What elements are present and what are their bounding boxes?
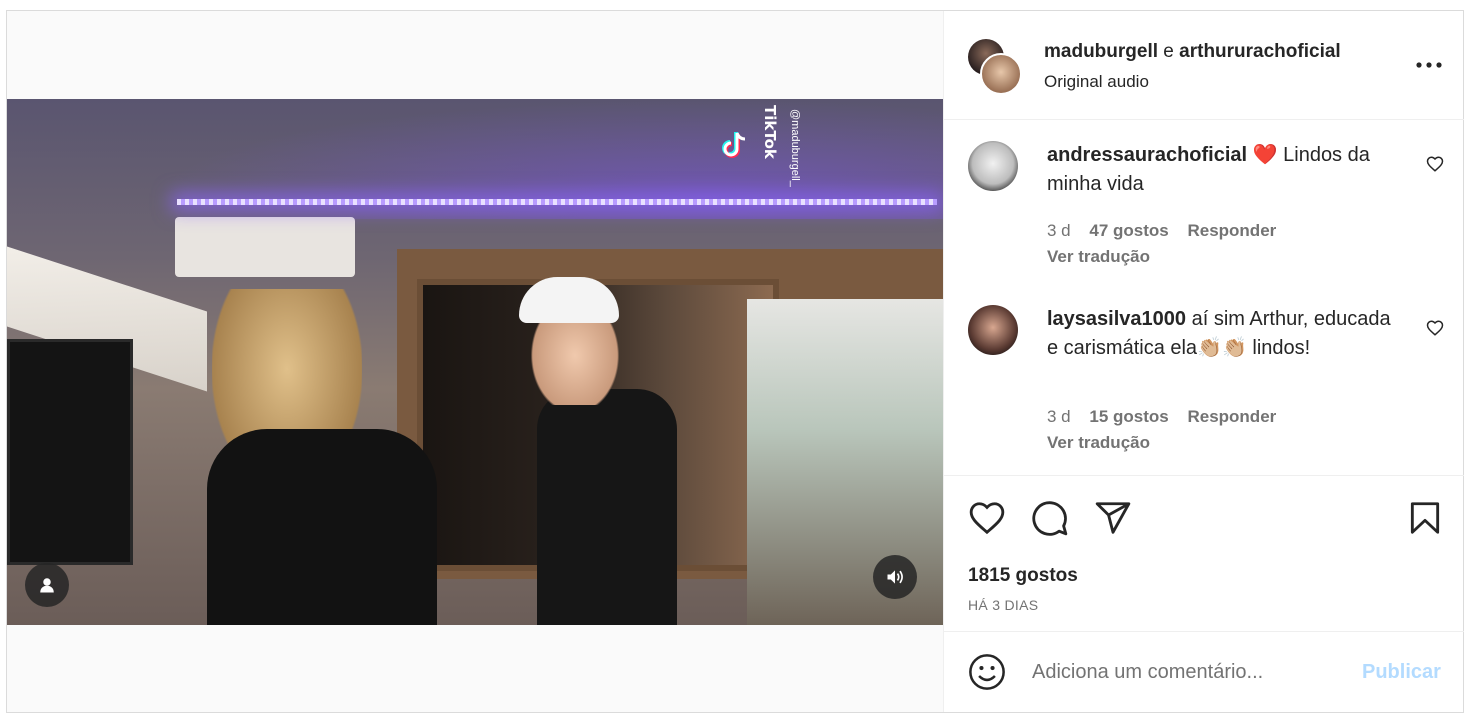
tiktok-username: @maduburgell_	[789, 109, 801, 187]
comment-likes[interactable]: 47 gostos	[1089, 221, 1168, 240]
comment-item: laysasilva1000 aí sim Arthur, educada e …	[944, 305, 1464, 465]
side-panel: maduburgell e arthururachoficial Origina…	[943, 11, 1464, 712]
comment-username[interactable]: laysasilva1000	[1047, 308, 1186, 330]
comment-text-block: andressaurachoficial ❤️ Lindos da minha …	[1047, 141, 1407, 199]
header-usernames: maduburgell e arthururachoficial	[1044, 41, 1341, 63]
comment-item: andressaurachoficial ❤️ Lindos da minha …	[944, 141, 1464, 281]
likes-count[interactable]: 1815 gostos	[968, 565, 1078, 587]
username-link[interactable]: maduburgell	[1044, 41, 1158, 62]
air-conditioner	[175, 217, 355, 277]
publish-button[interactable]: Publicar	[1362, 661, 1441, 684]
video-player[interactable]: TikTok @maduburgell_	[7, 99, 943, 625]
avatar[interactable]	[968, 141, 1018, 191]
volume-icon	[887, 570, 903, 584]
connector-text: e	[1163, 41, 1174, 62]
comment-meta: 3 d 15 gostos Responder	[1047, 407, 1290, 427]
send-icon[interactable]	[1094, 499, 1132, 537]
bookmark-icon[interactable]	[1406, 499, 1444, 537]
avatar[interactable]	[968, 305, 1018, 355]
more-horizontal-icon[interactable]	[1414, 55, 1444, 75]
comment-time[interactable]: 3 d	[1047, 221, 1071, 240]
led-strip	[177, 199, 937, 205]
post-card: TikTok @maduburgell_ maduburgell e arthu…	[6, 10, 1464, 713]
tagged-users-button[interactable]	[25, 563, 69, 607]
comment-text-block: laysasilva1000 aí sim Arthur, educada e …	[1047, 305, 1407, 363]
comment-username[interactable]: andressaurachoficial	[1047, 144, 1247, 166]
sound-toggle-button[interactable]	[873, 555, 917, 599]
heart-icon[interactable]	[1426, 319, 1444, 337]
tiktok-watermark: TikTok @maduburgell_	[713, 105, 803, 225]
television	[7, 339, 133, 565]
avatar-stack[interactable]	[968, 39, 1024, 95]
person-right	[537, 389, 677, 625]
add-comment-bar: Publicar	[944, 631, 1464, 712]
comment-input[interactable]	[1030, 651, 1354, 693]
audio-link[interactable]: Original audio	[1044, 72, 1149, 92]
reply-button[interactable]: Responder	[1187, 407, 1276, 426]
heart-icon[interactable]	[968, 499, 1006, 537]
heart-icon[interactable]	[1426, 155, 1444, 173]
translate-link[interactable]: Ver tradução	[1047, 433, 1150, 453]
comment-likes[interactable]: 15 gostos	[1089, 407, 1168, 426]
emoji-icon[interactable]	[968, 653, 1006, 691]
comment-emoji: ❤️	[1252, 144, 1278, 166]
translate-link[interactable]: Ver tradução	[1047, 247, 1150, 267]
tiktok-brand: TikTok	[761, 105, 779, 159]
user-icon	[40, 578, 54, 593]
tiktok-logo-icon	[722, 132, 746, 158]
username-link[interactable]: arthururachoficial	[1179, 41, 1341, 62]
comments-list: andressaurachoficial ❤️ Lindos da minha …	[944, 119, 1464, 476]
post-header: maduburgell e arthururachoficial Origina…	[944, 11, 1464, 120]
comment-meta: 3 d 47 gostos Responder	[1047, 221, 1290, 241]
actions-bar: 1815 gostos HÁ 3 DIAS	[944, 475, 1464, 632]
avatar[interactable]	[980, 53, 1022, 95]
comment-time[interactable]: 3 d	[1047, 407, 1071, 426]
comment-icon[interactable]	[1031, 499, 1069, 537]
post-date[interactable]: HÁ 3 DIAS	[968, 597, 1038, 613]
person-left	[207, 429, 437, 625]
media-area: TikTok @maduburgell_	[7, 11, 943, 712]
reply-button[interactable]: Responder	[1187, 221, 1276, 240]
